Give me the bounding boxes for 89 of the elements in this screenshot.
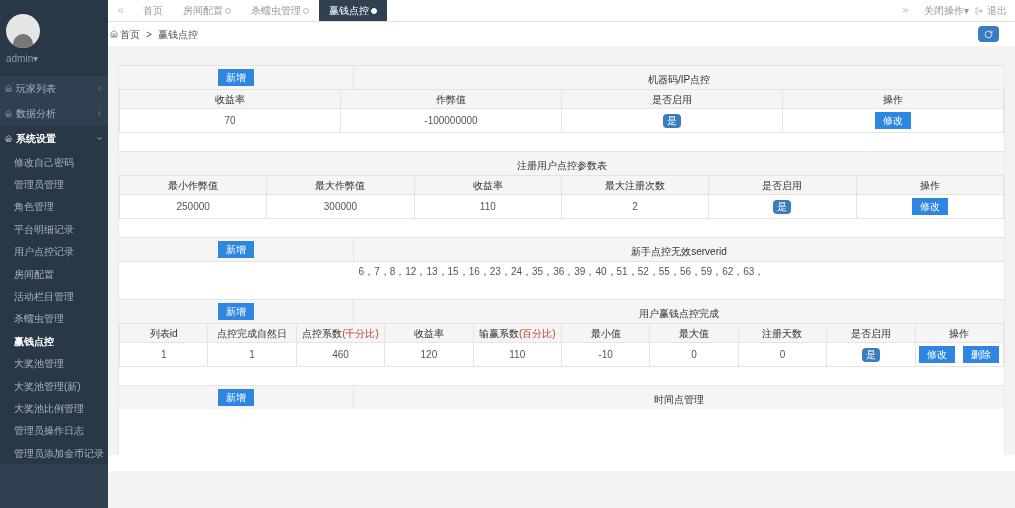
column-header: 点控完成自然日: [217, 327, 288, 339]
column-header: 是否启用: [762, 179, 803, 191]
edit-button[interactable]: 修改: [911, 198, 948, 215]
refresh-icon: [984, 29, 993, 39]
add-button[interactable]: 新增: [218, 389, 254, 406]
table-cell: -100000000: [424, 115, 478, 126]
table-cell: 110: [479, 201, 496, 212]
sidebar-item[interactable]: 玩家列表: [0, 76, 108, 101]
column-header: 收益率: [215, 93, 245, 105]
column-header: 操作: [919, 179, 940, 191]
avatar: [6, 14, 40, 48]
table-cell: 460: [332, 349, 349, 360]
logout-icon[interactable]: [975, 6, 983, 15]
table-cell: 120: [420, 349, 438, 360]
sidebar-subitem[interactable]: 用户点控记录: [0, 240, 108, 263]
status-badge: 是: [663, 114, 681, 128]
table-cell: 1: [160, 349, 167, 360]
tab[interactable]: 赢钱点控: [319, 0, 387, 21]
table-cell: 0: [691, 349, 697, 360]
table-cell: 110: [509, 349, 526, 360]
tab[interactable]: 杀蠕虫管理: [241, 0, 319, 21]
column-header: 操作: [949, 327, 970, 339]
chevron-icon: [96, 110, 103, 117]
column-header: 最大值: [679, 327, 710, 339]
add-button[interactable]: 新增: [218, 69, 254, 86]
chevron-icon: [96, 85, 103, 92]
sidebar-subitem[interactable]: 房间配置: [0, 262, 108, 286]
sidebar-subitem[interactable]: 管理员添加金币记录: [0, 442, 108, 465]
sidebar-subitem[interactable]: 赢钱点控: [0, 330, 108, 353]
column-header: 收益率: [413, 327, 444, 339]
user-name[interactable]: admin▾: [6, 51, 108, 66]
table-cell: 70: [224, 115, 236, 126]
breadcrumb-current: 赢钱点控: [157, 27, 198, 42]
sidebar-subitem[interactable]: 管理员操作日志: [0, 419, 108, 443]
table-cell: 300000: [323, 201, 358, 212]
sidebar-subitem[interactable]: 大奖池比例管理: [0, 397, 108, 420]
logout-button[interactable]: 退出: [983, 3, 1011, 18]
breadcrumb-link[interactable]: 首页: [120, 26, 140, 42]
sidebar-item[interactable]: 数据分析: [0, 101, 108, 126]
column-header: 最小作弊值: [168, 179, 219, 191]
tab[interactable]: 首页: [133, 0, 173, 21]
sidebar-subitem[interactable]: 大奖池管理: [0, 352, 108, 375]
column-header: 作弊值: [436, 93, 466, 105]
sidebar-subitem[interactable]: 角色管理: [0, 195, 108, 219]
sidebar-item[interactable]: 系统设置: [0, 126, 108, 151]
close-menu[interactable]: 关闭操作▾: [918, 3, 975, 18]
edit-button[interactable]: 修改: [875, 112, 911, 129]
column-header: 最小值: [590, 327, 621, 339]
column-header: 列表id: [149, 327, 178, 339]
table-cell: 2: [632, 201, 638, 212]
home-icon: [110, 30, 118, 38]
sidebar-subitem[interactable]: 管理员管理: [0, 173, 108, 196]
column-header: 输赢系数(百分比): [478, 327, 556, 339]
sidebar-subitem[interactable]: 杀蠕虫管理: [0, 307, 108, 331]
section-title: 用户赢钱点控完成: [639, 307, 719, 319]
column-header: 操作: [883, 93, 903, 105]
sidebar-subitem[interactable]: 平台明细记录: [0, 218, 108, 241]
status-badge: 是: [773, 200, 792, 214]
table-cell: 1: [249, 349, 255, 360]
breadcrumb-separator: >: [146, 27, 152, 42]
column-header: 注册天数: [762, 327, 803, 339]
add-button[interactable]: 新增: [218, 241, 254, 258]
chevron-icon: [96, 135, 103, 142]
section-title: 时间点管理: [654, 393, 704, 405]
table-cell: 250000: [176, 201, 210, 212]
home-icon: [5, 135, 12, 142]
add-button[interactable]: 新增: [218, 303, 254, 320]
section-title: 机器码/IP点控: [647, 73, 711, 85]
column-header: 最大注册次数: [605, 179, 666, 191]
column-header: 点控系数(千分比): [302, 327, 379, 339]
column-header: 是否启用: [652, 93, 692, 105]
home-icon: [5, 110, 12, 117]
column-header: 是否启用: [850, 327, 891, 339]
refresh-button[interactable]: [978, 26, 999, 42]
sidebar-subitem[interactable]: 活动栏目管理: [0, 285, 108, 308]
status-badge: 是: [861, 348, 880, 362]
column-header: 收益率: [472, 179, 503, 191]
column-header: 最大作弊值: [315, 179, 366, 191]
serverid-list: 6，7，8，12，13，15，16，23，24，35，36，39，40，51，52，55，56，59，62，63，: [358, 264, 765, 279]
sidebar-subitem[interactable]: 大奖池管理(新): [0, 374, 108, 398]
section-title: 注册用户点控参数表: [516, 159, 607, 171]
delete-button[interactable]: 删除: [963, 346, 1000, 363]
tab[interactable]: 房间配置: [173, 0, 241, 21]
table-cell: 0: [779, 349, 786, 360]
edit-button[interactable]: 修改: [919, 346, 956, 363]
section-title: 新手点控无效serverid: [631, 245, 727, 257]
table-cell: -10: [598, 349, 613, 360]
home-icon: [5, 85, 12, 92]
sidebar-subitem[interactable]: 修改自己密码: [0, 151, 108, 174]
